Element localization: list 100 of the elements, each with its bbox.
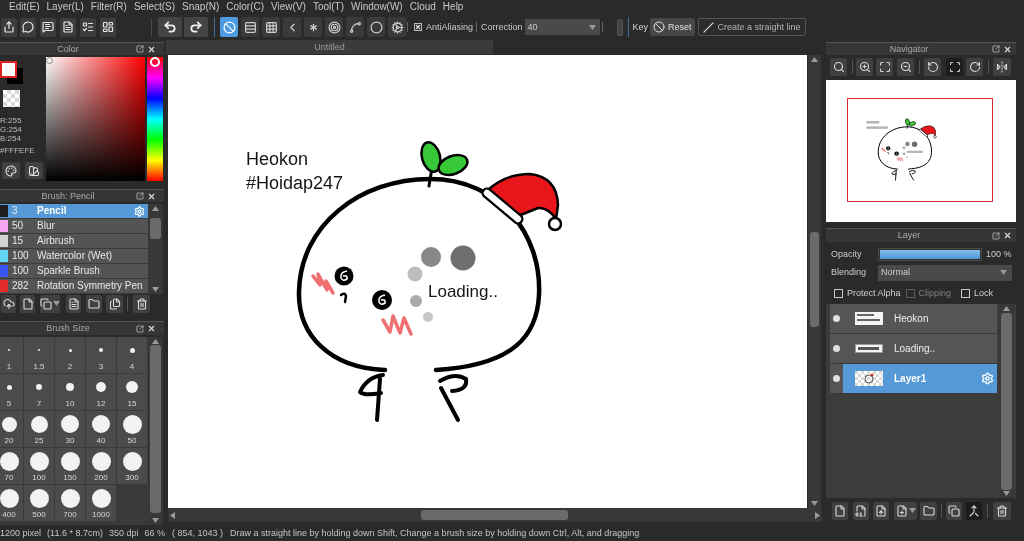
tool-button[interactable] xyxy=(924,57,941,76)
brush-row[interactable]: 100 Sparkle Brush xyxy=(0,264,148,279)
float-window-icon[interactable] xyxy=(992,231,1000,240)
scroll-up-icon[interactable] xyxy=(1003,306,1010,311)
vertical-scrollbar[interactable] xyxy=(148,337,163,525)
snap-tool-button[interactable] xyxy=(388,17,406,37)
reset-button[interactable]: Reset xyxy=(650,18,695,36)
brush-size-option[interactable]: 40 xyxy=(86,411,117,448)
float-window-icon[interactable] xyxy=(136,45,144,53)
layer-row[interactable]: Loading.. xyxy=(830,334,997,364)
menu-item[interactable]: Color(C) xyxy=(226,2,265,12)
viewport-frame[interactable] xyxy=(847,98,993,202)
caret-icon[interactable] xyxy=(588,24,596,30)
caret-icon[interactable] xyxy=(1000,270,1007,275)
snap-tool-button[interactable] xyxy=(220,17,238,37)
brush-row[interactable]: 15 Airbrush xyxy=(0,234,148,249)
snap-tool-button[interactable] xyxy=(262,17,280,37)
brush-size-option[interactable]: 300 xyxy=(117,448,148,485)
brush-row[interactable]: 282 Rotation Symmetry Pen xyxy=(0,279,148,294)
gear-icon[interactable] xyxy=(134,205,145,217)
menu-item[interactable]: Help xyxy=(442,2,464,12)
brush-size-option[interactable]: 1.5 xyxy=(24,337,55,374)
brush-size-option[interactable]: 100 xyxy=(24,448,55,485)
menu-item[interactable]: Layer(L) xyxy=(46,2,84,12)
brush-size-option[interactable]: 1 xyxy=(0,337,24,374)
tool-button[interactable] xyxy=(993,57,1011,76)
tool-button[interactable] xyxy=(86,294,102,313)
hue-slider[interactable] xyxy=(147,57,163,181)
tool-button[interactable] xyxy=(66,294,81,313)
brush-size-option[interactable]: 700 xyxy=(55,485,86,522)
brush-size-option[interactable]: 20 xyxy=(0,411,24,448)
undo-button[interactable] xyxy=(158,17,182,37)
snap-tool-button[interactable] xyxy=(325,17,343,37)
menu-item[interactable]: Edit(E) xyxy=(9,2,40,12)
float-window-icon[interactable] xyxy=(136,324,144,333)
vertical-scrollbar[interactable] xyxy=(808,55,821,508)
tool-button[interactable] xyxy=(873,501,889,520)
hue-slider-thumb[interactable] xyxy=(150,57,160,67)
tool-button[interactable] xyxy=(966,57,983,76)
brush-size-option[interactable]: 4 xyxy=(117,337,148,374)
visibility-toggle[interactable] xyxy=(833,345,840,352)
toolbar-button[interactable] xyxy=(100,17,116,37)
tool-button[interactable] xyxy=(920,501,937,520)
brush-size-option[interactable]: 7 xyxy=(24,374,55,411)
brush-size-option[interactable]: 50 xyxy=(117,411,148,448)
scroll-left-icon[interactable] xyxy=(170,511,175,519)
tool-button[interactable] xyxy=(853,501,869,520)
snap-tool-button[interactable] xyxy=(241,17,259,37)
close-icon[interactable] xyxy=(147,44,156,54)
float-window-icon[interactable] xyxy=(136,192,144,200)
scroll-up-icon[interactable] xyxy=(811,57,818,62)
brush-row[interactable]: 100 Watercolor (Wet) xyxy=(0,249,148,264)
brush-size-option[interactable]: 150 xyxy=(55,448,86,485)
gear-icon[interactable] xyxy=(981,372,994,385)
palette-button[interactable] xyxy=(2,162,20,179)
brush-size-option[interactable]: 25 xyxy=(24,411,55,448)
horizontal-scrollbar[interactable] xyxy=(168,508,822,522)
tool-button[interactable] xyxy=(106,294,123,313)
tool-button[interactable] xyxy=(832,501,848,520)
correction-dropdown[interactable]: 40 xyxy=(524,19,600,35)
blending-dropdown[interactable]: Normal xyxy=(878,264,1012,281)
brush-row[interactable]: 50 Blur xyxy=(0,219,148,234)
tool-button[interactable] xyxy=(946,57,963,76)
tool-button[interactable] xyxy=(876,57,893,76)
menu-item[interactable]: Tool(T) xyxy=(312,2,345,12)
tool-button[interactable] xyxy=(993,501,1011,520)
menu-item[interactable]: View(V) xyxy=(271,2,306,12)
toolbar-button[interactable] xyxy=(1,17,17,37)
vertical-scrollbar[interactable] xyxy=(999,304,1014,498)
straight-line-button[interactable]: Create a straight line xyxy=(697,18,806,36)
snap-tool-button[interactable] xyxy=(346,17,364,37)
scroll-up-icon[interactable] xyxy=(152,206,159,211)
color-picker-field[interactable] xyxy=(46,57,145,181)
toolbar-button[interactable] xyxy=(40,17,56,37)
tool-button[interactable] xyxy=(830,57,847,76)
toolbar-button[interactable] xyxy=(60,17,76,37)
vertical-scrollbar[interactable] xyxy=(148,204,163,294)
visibility-toggle[interactable] xyxy=(833,375,840,382)
snap-tool-button[interactable] xyxy=(283,17,301,37)
close-icon[interactable] xyxy=(1003,44,1012,54)
brush-size-option[interactable]: 5 xyxy=(0,374,24,411)
transparent-color-swatch[interactable] xyxy=(3,90,20,107)
toolbar-grip[interactable] xyxy=(616,18,623,36)
brush-size-option[interactable]: 3 xyxy=(86,337,117,374)
scrollbar-thumb[interactable] xyxy=(809,232,820,327)
brush-size-option[interactable]: 15 xyxy=(117,374,148,411)
visibility-toggle[interactable] xyxy=(833,315,840,322)
scrollbar-thumb[interactable] xyxy=(1001,313,1012,490)
foreground-background-swatch[interactable] xyxy=(0,61,23,85)
menu-item[interactable]: Select(S) xyxy=(133,2,176,12)
snap-tool-button[interactable] xyxy=(304,17,322,37)
scroll-down-icon[interactable] xyxy=(811,501,818,506)
menu-item[interactable]: Filter(R) xyxy=(90,2,127,12)
tool-button[interactable] xyxy=(856,57,873,76)
scrollbar-thumb[interactable] xyxy=(421,510,568,520)
layer-row[interactable]: Heokon xyxy=(830,304,997,334)
checkbox[interactable] xyxy=(414,23,422,31)
brush-size-option[interactable]: 400 xyxy=(0,485,24,522)
tool-button[interactable] xyxy=(966,501,982,520)
scrollbar-thumb[interactable] xyxy=(150,345,161,513)
